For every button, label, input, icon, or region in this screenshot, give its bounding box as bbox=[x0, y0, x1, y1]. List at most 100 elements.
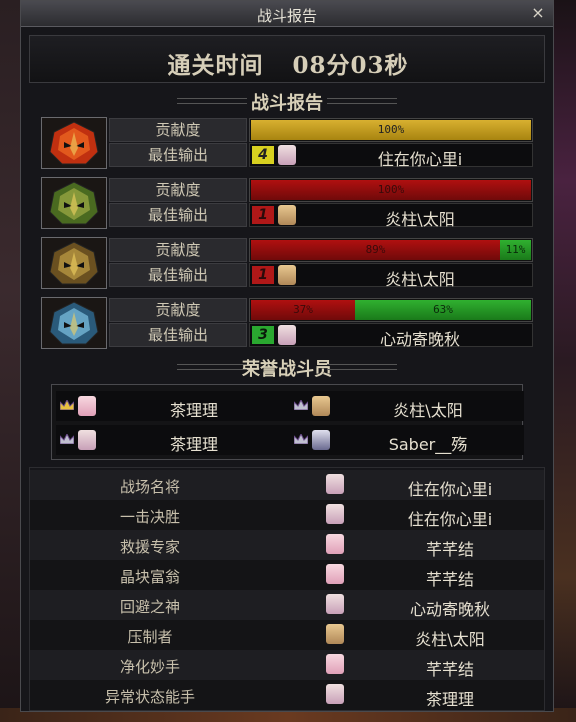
avatar[interactable] bbox=[326, 654, 344, 674]
best-damage-row: 3 心动寄晚秋 bbox=[249, 323, 533, 349]
avatar[interactable] bbox=[326, 504, 344, 524]
player-name: 茶理理 bbox=[425, 690, 474, 709]
player-name: 芊芊结 bbox=[425, 570, 474, 589]
player-name: Saber__殇 bbox=[388, 435, 468, 454]
player-name: 芊芊结 bbox=[425, 660, 474, 679]
title-bar[interactable]: 战斗报告 × bbox=[21, 1, 553, 27]
contribution-segment: 37% bbox=[251, 300, 355, 320]
avatar[interactable] bbox=[312, 430, 330, 450]
contribution-segment: 11% bbox=[500, 240, 531, 260]
avatar[interactable] bbox=[326, 594, 344, 614]
silver-crown-icon bbox=[294, 400, 308, 410]
green-mask-icon bbox=[41, 177, 107, 229]
award-title: 战场名将 bbox=[119, 478, 180, 496]
best-damage-label: 最佳输出 bbox=[109, 323, 247, 347]
avatar[interactable] bbox=[278, 145, 296, 165]
award-title: 净化妙手 bbox=[119, 658, 180, 676]
awards-list: 战场名将 住在你心里i 一击决胜 住在你心里i 救援专家 芊芊结 晶块富翁 芊芊结 回避之神 心动… bbox=[29, 467, 545, 711]
dungeon-card: 贡献度 最佳输出 100% 4 住在你心里i bbox=[41, 117, 533, 169]
avatar[interactable] bbox=[78, 430, 96, 450]
best-damage-label: 最佳输出 bbox=[109, 263, 247, 287]
clear-time-value: 08分03秒 bbox=[292, 52, 409, 79]
blue-mask-icon bbox=[41, 297, 107, 349]
award-title: 晶块富翁 bbox=[119, 568, 180, 586]
header-ornament-right bbox=[327, 98, 397, 104]
award-row: 回避之神 心动寄晚秋 bbox=[30, 590, 544, 620]
avatar[interactable] bbox=[326, 564, 344, 584]
award-row: 晶块富翁 芊芊结 bbox=[30, 560, 544, 590]
contribution-label: 贡献度 bbox=[109, 118, 247, 142]
best-damage-label: 最佳输出 bbox=[109, 203, 247, 227]
contribution-segment: 100% bbox=[251, 180, 531, 200]
dungeon-card: 贡献度 最佳输出 37% 63% 3 心动寄晚秋 bbox=[41, 297, 533, 349]
honor-section-header: 荣誉战斗员 bbox=[29, 353, 545, 380]
header-ornament-right bbox=[327, 364, 397, 370]
avatar[interactable] bbox=[326, 474, 344, 494]
rank-badge: 1 bbox=[252, 266, 274, 284]
contribution-segment: 63% bbox=[355, 300, 531, 320]
honor-player[interactable]: 茶理理 bbox=[56, 425, 290, 455]
background-right bbox=[552, 0, 576, 722]
header-ornament-left bbox=[177, 364, 247, 370]
clear-time-panel: 通关时间 08分03秒 bbox=[29, 35, 545, 83]
best-damage-label: 最佳输出 bbox=[109, 143, 247, 167]
silver-crown-icon bbox=[60, 434, 74, 444]
player-name: 炎柱\太阳 bbox=[385, 270, 455, 289]
player-name: 住在你心里i bbox=[377, 150, 463, 169]
player-name: 炎柱\太阳 bbox=[415, 630, 485, 649]
honor-players-panel: 茶理理 炎柱\太阳 茶理理 Saber__殇 bbox=[51, 384, 524, 460]
avatar[interactable] bbox=[278, 325, 296, 345]
contribution-bar: 100% bbox=[249, 178, 533, 202]
award-title: 压制者 bbox=[127, 628, 173, 646]
clear-time-label: 通关时间 bbox=[167, 52, 264, 79]
award-title: 回避之神 bbox=[119, 598, 180, 616]
background-left bbox=[0, 0, 22, 722]
award-row: 压制者 炎柱\太阳 bbox=[30, 620, 544, 650]
award-title: 救援专家 bbox=[119, 538, 180, 556]
player-name: 住在你心里i bbox=[407, 480, 493, 499]
fire-mask-icon bbox=[41, 117, 107, 169]
player-name: 茶理理 bbox=[169, 401, 218, 420]
window-title: 战斗报告 bbox=[256, 7, 317, 25]
report-section-header: 战斗报告 bbox=[29, 87, 545, 114]
award-row: 一击决胜 住在你心里i bbox=[30, 500, 544, 530]
player-name: 住在你心里i bbox=[407, 510, 493, 529]
avatar[interactable] bbox=[326, 684, 344, 704]
contribution-label: 贡献度 bbox=[109, 178, 247, 202]
best-damage-row: 4 住在你心里i bbox=[249, 143, 533, 169]
report-section-title: 战斗报告 bbox=[251, 93, 323, 114]
contribution-bar: 100% bbox=[249, 118, 533, 142]
silver-crown-icon bbox=[294, 434, 308, 444]
player-name: 炎柱\太阳 bbox=[393, 401, 463, 420]
clear-time-text: 通关时间 08分03秒 bbox=[30, 46, 546, 80]
award-row: 救援专家 芊芊结 bbox=[30, 530, 544, 560]
player-name: 炎柱\太阳 bbox=[385, 210, 455, 229]
best-damage-row: 1 炎柱\太阳 bbox=[249, 263, 533, 289]
award-row: 异常状态能手 茶理理 bbox=[30, 680, 544, 710]
honor-player[interactable]: 炎柱\太阳 bbox=[290, 391, 524, 421]
award-row: 净化妙手 芊芊结 bbox=[30, 650, 544, 680]
avatar[interactable] bbox=[278, 265, 296, 285]
honor-player[interactable]: Saber__殇 bbox=[290, 425, 524, 455]
rank-badge: 1 bbox=[252, 206, 274, 224]
avatar[interactable] bbox=[78, 396, 96, 416]
battle-report-window: 战斗报告 × 通关时间 08分03秒 战斗报告 贡献度 最佳输出 100% 4 住在你心… bbox=[20, 0, 554, 712]
avatar[interactable] bbox=[326, 534, 344, 554]
award-title: 异常状态能手 bbox=[104, 688, 195, 706]
avatar[interactable] bbox=[312, 396, 330, 416]
close-icon[interactable]: × bbox=[529, 4, 547, 22]
gold-crown-icon bbox=[60, 400, 74, 410]
rank-badge: 3 bbox=[252, 326, 274, 344]
contribution-label: 贡献度 bbox=[109, 238, 247, 262]
honor-player[interactable]: 茶理理 bbox=[56, 391, 290, 421]
dungeon-card: 贡献度 最佳输出 100% 1 炎柱\太阳 bbox=[41, 177, 533, 229]
bronze-mask-icon bbox=[41, 237, 107, 289]
player-name: 心动寄晚秋 bbox=[409, 600, 490, 619]
avatar[interactable] bbox=[326, 624, 344, 644]
award-title: 一击决胜 bbox=[119, 508, 180, 526]
contribution-segment: 100% bbox=[251, 120, 531, 140]
contribution-bar: 89% 11% bbox=[249, 238, 533, 262]
contribution-segment: 89% bbox=[251, 240, 500, 260]
avatar[interactable] bbox=[278, 205, 296, 225]
player-name: 心动寄晚秋 bbox=[379, 330, 460, 349]
